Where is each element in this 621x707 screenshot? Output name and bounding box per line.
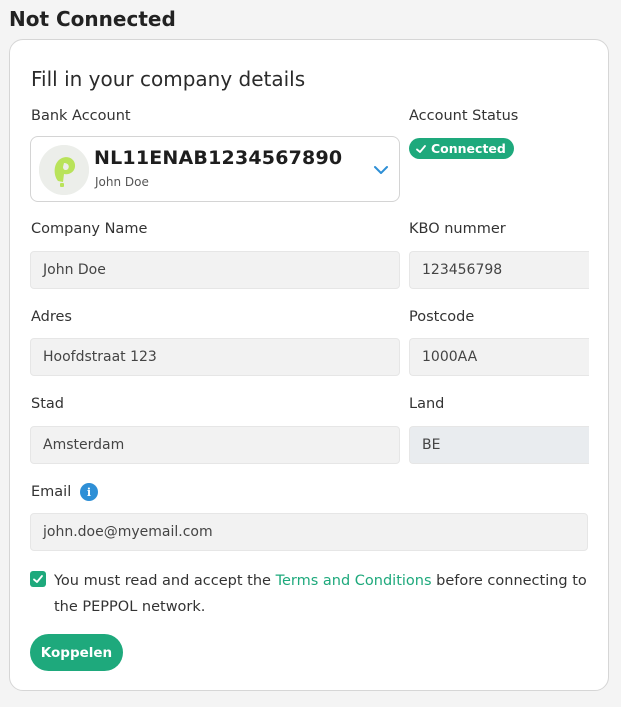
page-title: Not Connected <box>9 7 176 31</box>
check-icon <box>416 144 426 153</box>
status-badge: Connected <box>409 138 514 159</box>
adres-label: Adres <box>31 309 72 325</box>
postcode-label: Postcode <box>409 309 475 325</box>
company-details-card: Fill in your company details Bank Accoun… <box>9 39 609 691</box>
terms-consent-text: You must read and accept the Terms and C… <box>54 568 594 620</box>
bank-logo-icon <box>39 145 89 195</box>
check-icon <box>33 575 43 583</box>
bank-account-label: Bank Account <box>31 108 131 124</box>
email-value: john.doe@myemail.com <box>43 524 213 540</box>
postcode-field[interactable]: 1000AA <box>409 338 589 376</box>
terms-checkbox[interactable] <box>30 571 46 587</box>
kbo-field[interactable]: 123456798 <box>409 251 589 289</box>
email-label: Email <box>31 484 72 500</box>
terms-link[interactable]: Terms and Conditions <box>276 573 432 589</box>
company-name-field[interactable]: John Doe <box>30 251 400 289</box>
bank-iban: NL11ENAB1234567890 <box>94 147 343 169</box>
postcode-value: 1000AA <box>422 349 478 365</box>
company-name-value: John Doe <box>43 262 106 278</box>
land-field: BE <box>409 426 589 464</box>
company-name-label: Company Name <box>31 221 148 237</box>
koppelen-button[interactable]: Koppelen <box>30 634 123 671</box>
land-label: Land <box>409 396 445 412</box>
bank-account-holder: John Doe <box>95 175 149 189</box>
adres-value: Hoofdstraat 123 <box>43 349 157 365</box>
info-icon[interactable]: i <box>80 483 98 501</box>
stad-value: Amsterdam <box>43 437 125 453</box>
account-status-label: Account Status <box>409 108 519 124</box>
kbo-value: 123456798 <box>422 262 503 278</box>
stad-label: Stad <box>31 396 64 412</box>
land-value: BE <box>422 437 441 453</box>
email-field[interactable]: john.doe@myemail.com <box>30 513 588 551</box>
kbo-label: KBO nummer <box>409 221 506 237</box>
stad-field[interactable]: Amsterdam <box>30 426 400 464</box>
chevron-down-icon[interactable] <box>371 160 391 180</box>
status-badge-label: Connected <box>431 141 506 156</box>
form-title: Fill in your company details <box>31 67 306 91</box>
adres-field[interactable]: Hoofdstraat 123 <box>30 338 400 376</box>
consent-text-before: You must read and accept the <box>54 573 276 589</box>
bank-account-select[interactable]: NL11ENAB1234567890 John Doe <box>30 136 400 202</box>
